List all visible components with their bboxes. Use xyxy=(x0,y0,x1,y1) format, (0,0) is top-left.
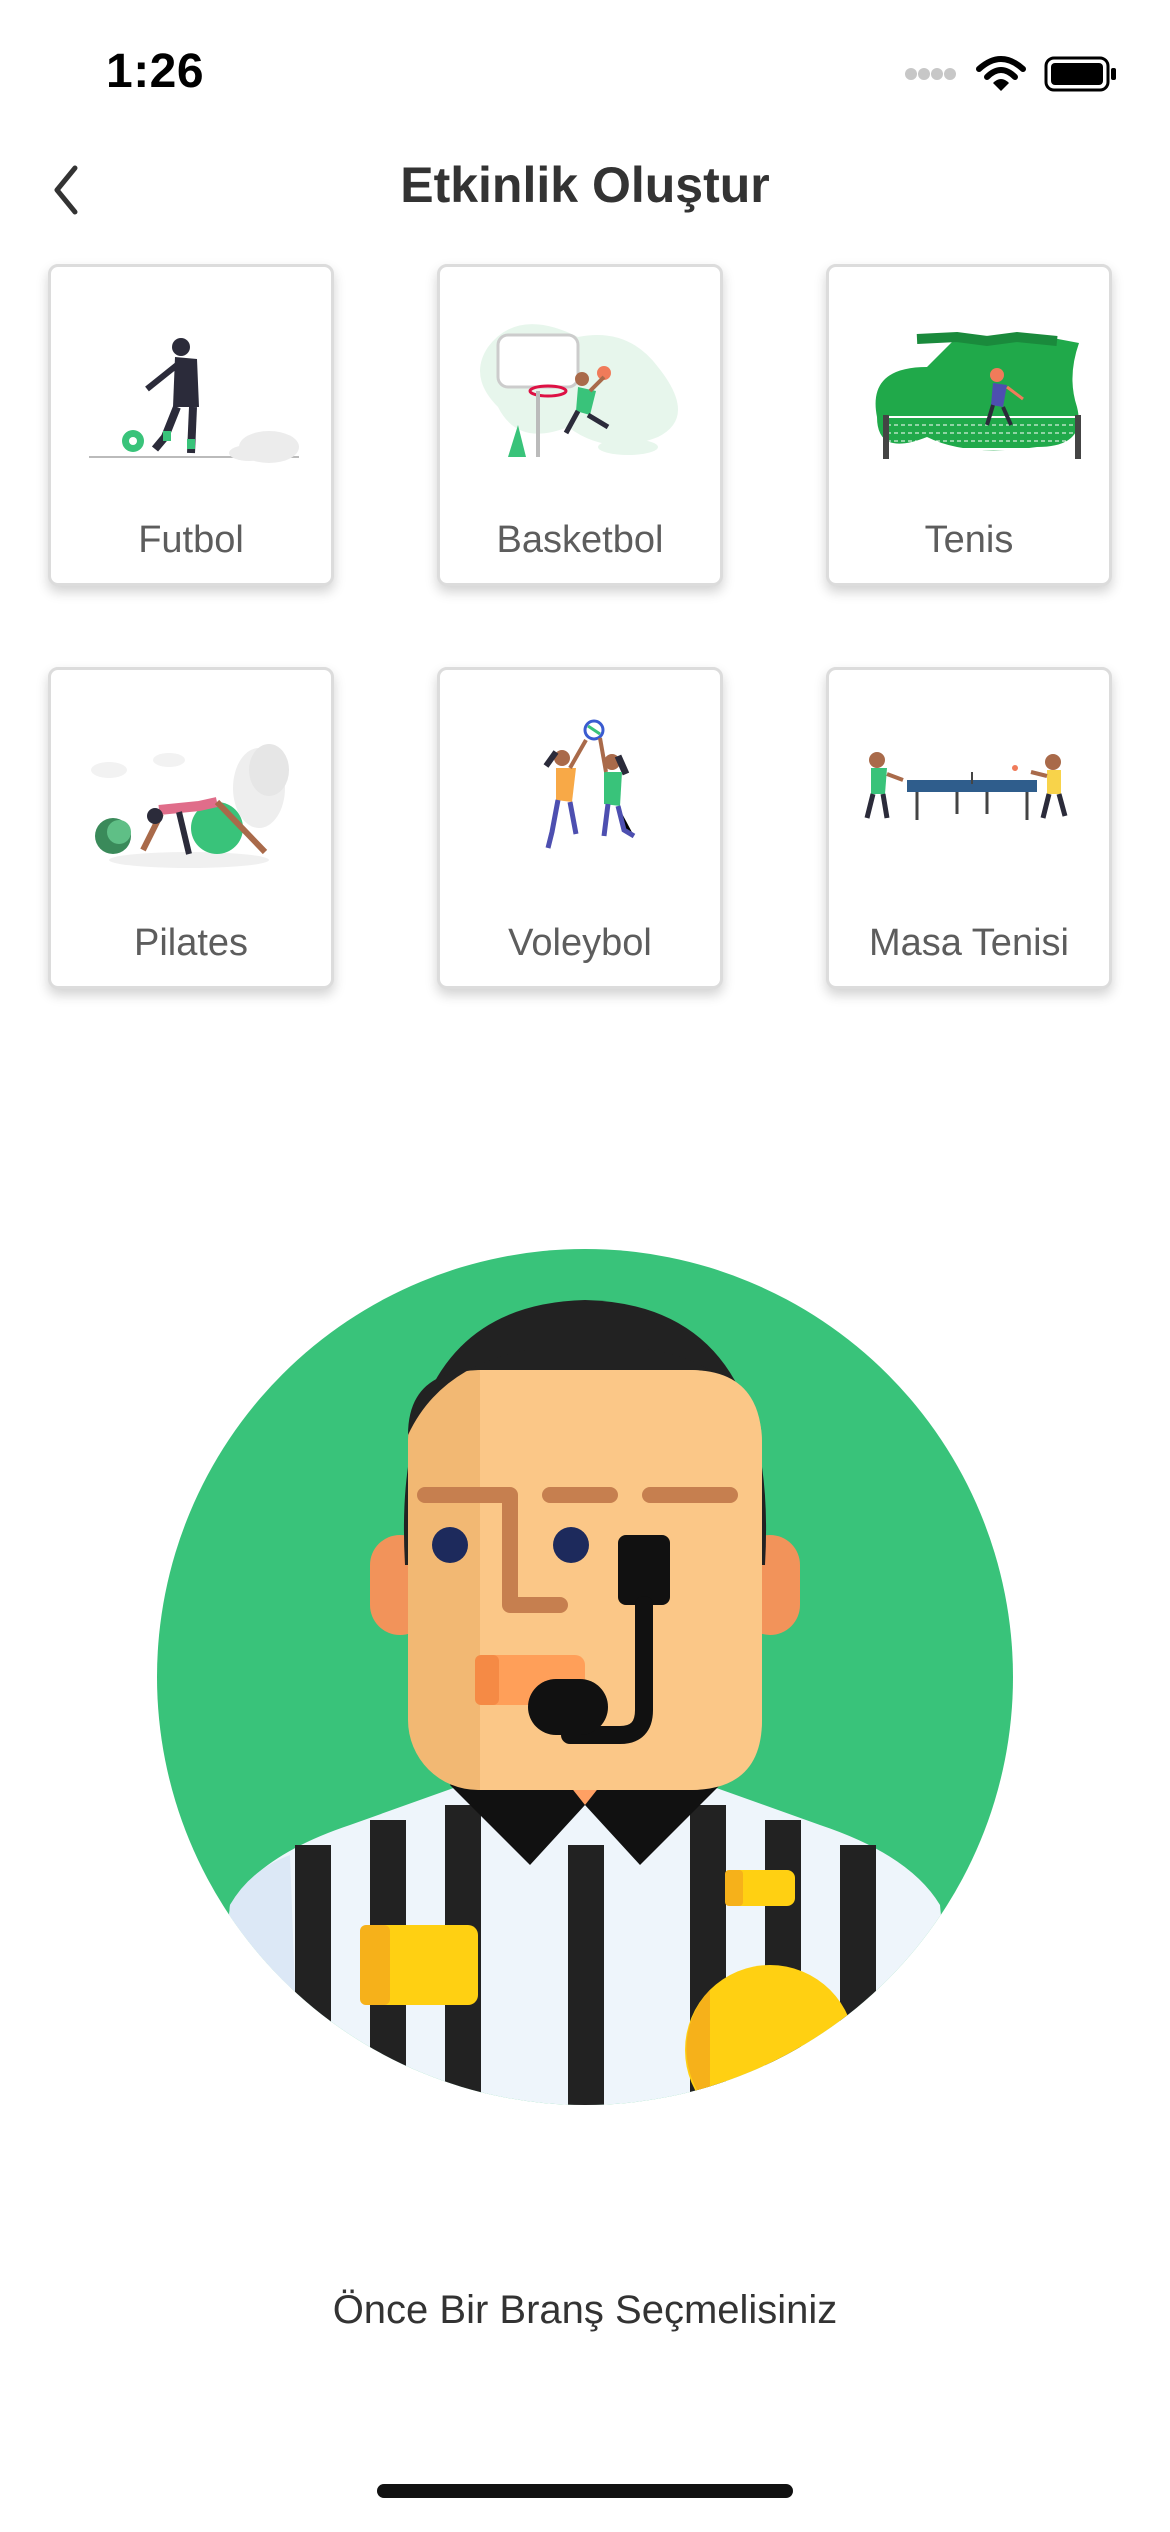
home-indicator[interactable] xyxy=(377,2484,793,2498)
status-bar: 1:26 xyxy=(0,0,1170,140)
volleyball-illustration xyxy=(543,719,636,849)
table-tennis-illustration xyxy=(864,752,1068,820)
page-title: Etkinlik Oluştur xyxy=(400,157,770,213)
sport-label: Voleybol xyxy=(508,922,652,964)
sport-label: Basketbol xyxy=(496,519,664,561)
sport-label: Masa Tenisi xyxy=(869,922,1069,964)
status-time: 1:26 xyxy=(106,45,205,98)
basketball-illustration xyxy=(480,324,678,457)
sport-label: Futbol xyxy=(138,519,244,561)
sport-card-basketbol[interactable]: Basketbol xyxy=(437,264,723,586)
select-branch-message: Önce Bir Branş Seçmelisiniz xyxy=(332,2288,838,2332)
status-icons xyxy=(904,54,1118,94)
sport-card-masa-tenisi[interactable]: Masa Tenisi xyxy=(826,667,1112,989)
sport-card-pilates[interactable]: Pilates xyxy=(48,667,334,989)
battery-icon xyxy=(1044,56,1116,92)
nav-bar: Etkinlik Oluştur xyxy=(0,140,1170,250)
referee-illustration xyxy=(157,1249,1013,2105)
signal-icon xyxy=(905,68,956,80)
sport-label: Tenis xyxy=(924,519,1014,561)
sport-card-tenis[interactable]: Tenis xyxy=(826,264,1112,586)
football-player-illustration xyxy=(89,338,299,463)
wifi-icon xyxy=(976,56,1026,91)
pilates-illustration xyxy=(91,744,289,868)
tennis-illustration xyxy=(875,331,1081,459)
sport-card-futbol[interactable]: Futbol xyxy=(48,264,334,586)
sport-card-voleybol[interactable]: Voleybol xyxy=(437,667,723,989)
sport-label: Pilates xyxy=(133,922,249,964)
